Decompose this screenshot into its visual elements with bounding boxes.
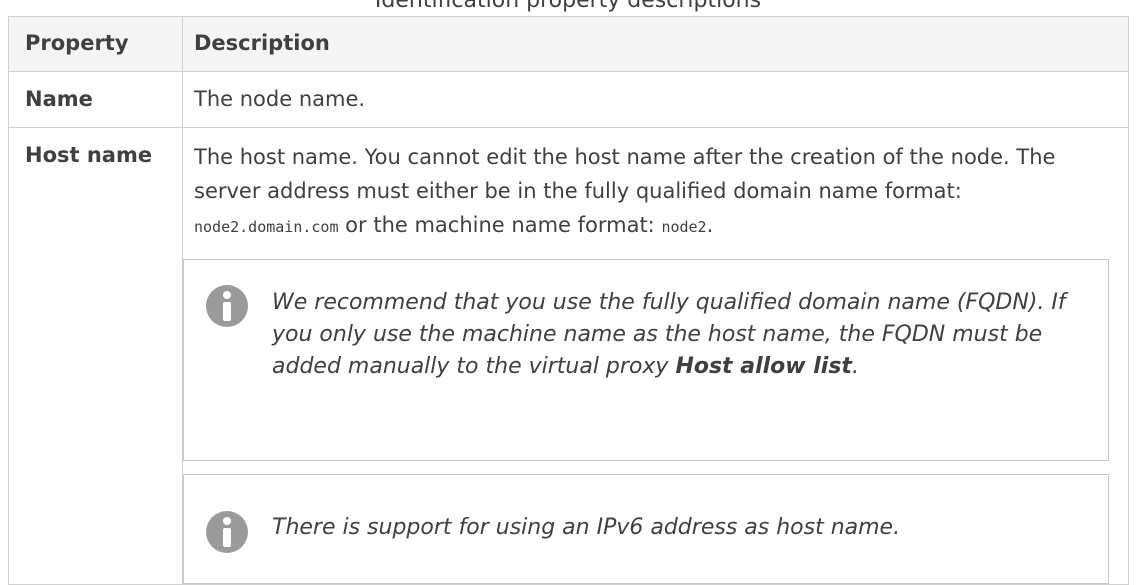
note-text-part: .	[851, 354, 859, 379]
description-cell: The host name. You cannot edit the host …	[182, 127, 1129, 585]
note-text: We recommend that you use the fully qual…	[272, 287, 1082, 383]
property-name: Host name	[25, 143, 153, 167]
note-box: There is support for using an IPv6 addre…	[183, 474, 1109, 584]
host-allow-list-label: Host allow list	[675, 354, 852, 379]
note-text: There is support for using an IPv6 addre…	[272, 515, 901, 540]
info-icon	[206, 285, 248, 327]
description-text-part: The host name. You cannot edit the host …	[194, 145, 1056, 203]
property-table: Property Description Name The node name.…	[8, 16, 1129, 585]
property-cell: Name	[8, 71, 183, 128]
header-property-label: Property	[25, 31, 129, 55]
table-row: Name The node name.	[8, 71, 1129, 128]
description-text-part: or the machine name format:	[338, 213, 662, 237]
property-name: Name	[25, 87, 93, 111]
table-caption: Identification property descriptions	[374, 0, 762, 13]
machine-name-example-code: node2	[661, 218, 707, 236]
table-header-row: Property Description	[8, 16, 1129, 72]
description-cell: The node name.	[182, 71, 1129, 128]
header-description-label: Description	[194, 31, 330, 55]
description-text: The host name. You cannot edit the host …	[183, 128, 1128, 244]
property-cell: Host name	[8, 127, 183, 585]
description-text-part: .	[706, 213, 714, 237]
note-text-part: We recommend that you use the fully qual…	[272, 290, 1066, 379]
header-description: Description	[182, 16, 1129, 72]
table-row: Host name The host name. You cannot edit…	[8, 127, 1129, 585]
description-text: The node name.	[194, 87, 366, 111]
note-box: We recommend that you use the fully qual…	[183, 259, 1109, 461]
header-property: Property	[8, 16, 183, 72]
info-icon	[206, 511, 248, 553]
fqdn-example-code: node2.domain.com	[194, 218, 339, 236]
